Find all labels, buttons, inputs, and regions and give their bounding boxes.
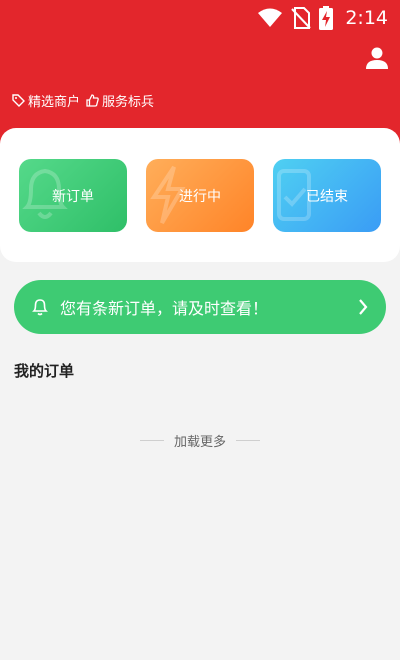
in-progress-label: 进行中 [179,188,221,205]
order-status-card: 新订单 进行中 已结束 [0,128,400,262]
chevron-right-icon [359,299,368,315]
clock: 2:14 [345,7,388,29]
status-icons: 2:14 [257,4,388,32]
my-orders-title: 我的订单 [14,362,75,380]
profile-button[interactable] [364,45,390,71]
in-progress-button[interactable]: 进行中 [146,159,254,232]
bell-icon [32,299,48,316]
merchant-tags: 精选商户 服务标兵 [12,90,154,110]
load-more-label: 加载更多 [173,434,226,450]
tag-service-star: 服务标兵 [86,91,154,110]
divider-left [139,439,164,441]
new-orders-label: 新订单 [52,188,94,205]
thumbs-up-icon [86,93,99,107]
new-orders-button[interactable]: 新订单 [19,159,127,232]
status-bar: 2:14 [0,0,400,36]
completed-label: 已结束 [306,188,348,205]
tag-service-star-label: 服务标兵 [102,94,155,110]
load-more[interactable]: 加载更多 [0,430,400,450]
tag-featured-label: 精选商户 [28,94,81,110]
notice-text: 您有条新订单，请及时查看！ [60,299,269,318]
wifi-icon [258,8,283,27]
person-icon [366,47,388,69]
no-sim-icon [291,7,312,29]
battery-charging-icon [319,6,334,30]
completed-button[interactable]: 已结束 [273,159,381,232]
tag-icon [12,93,25,107]
divider-right [236,439,260,441]
new-order-notice[interactable]: 您有条新订单，请及时查看！ [14,280,386,334]
tag-featured: 精选商户 [12,91,80,110]
